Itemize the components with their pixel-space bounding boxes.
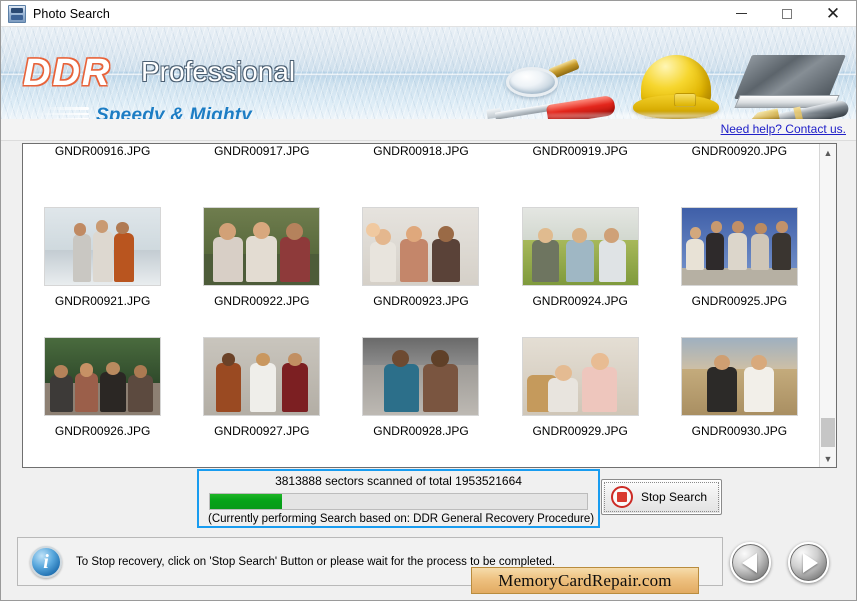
close-button[interactable]: ✕ (810, 1, 856, 27)
list-item[interactable]: GNDR00921.JPG (23, 207, 182, 316)
thumbnail-image[interactable] (362, 207, 480, 286)
file-name-label: GNDR00919.JPG (532, 144, 628, 158)
brand-badge-label: MemoryCardRepair.com (498, 570, 672, 590)
file-name-label: GNDR00925.JPG (691, 294, 788, 308)
scrollbar-thumb[interactable] (821, 418, 835, 447)
maximize-icon (782, 8, 792, 19)
thumbnail-image[interactable] (362, 337, 480, 416)
title-bar: Photo Search ✕ (1, 1, 856, 27)
app-icon (8, 4, 26, 23)
thumbnail-image[interactable] (521, 337, 639, 416)
stop-search-button[interactable]: Stop Search (601, 479, 722, 515)
banner-sheen (1, 73, 856, 76)
list-item[interactable]: GNDR00916.JPG (23, 144, 182, 166)
file-name-label: GNDR00930.JPG (691, 424, 788, 438)
stop-search-label: Stop Search (640, 490, 708, 504)
info-icon: i (30, 545, 62, 578)
sectors-scanned-label: 3813888 sectors scanned of total 1953521… (275, 474, 522, 488)
thumbnail-image[interactable] (44, 207, 162, 286)
window-controls: ✕ (718, 1, 856, 27)
current-procedure-label: (Currently performing Search based on: D… (208, 513, 595, 525)
file-name-label: GNDR00921.JPG (54, 294, 151, 308)
file-name-label: GNDR00923.JPG (373, 294, 469, 308)
list-item[interactable]: GNDR00925.JPG (660, 207, 819, 316)
file-name-label: GNDR00928.JPG (373, 424, 469, 438)
scan-progress-panel: 3813888 sectors scanned of total 1953521… (197, 469, 600, 528)
speed-lines-icon (31, 107, 89, 119)
minimize-button[interactable] (718, 1, 764, 27)
file-name-label: GNDR00927.JPG (214, 424, 310, 438)
list-item[interactable]: GNDR00924.JPG (501, 207, 660, 316)
maximize-button[interactable] (764, 1, 810, 27)
table-row: GNDR00921.JPG GNDR00922.JPG GNDR00923.JP… (23, 166, 819, 316)
thumbnail-image[interactable] (521, 207, 639, 286)
progress-bar-fill (210, 494, 282, 509)
stop-square-icon (611, 486, 633, 508)
thumbnail-image[interactable] (203, 337, 321, 416)
list-item[interactable]: GNDR00922.JPG (182, 207, 341, 316)
magnifier-icon (506, 58, 580, 101)
file-name-label: GNDR00926.JPG (54, 424, 151, 438)
thumbnail-grid: GNDR00916.JPG GNDR00917.JPG GNDR00918.JP… (23, 144, 819, 467)
list-item[interactable]: GNDR00928.JPG (341, 337, 500, 446)
file-name-label: GNDR00918.JPG (373, 144, 469, 158)
file-name-label: GNDR00929.JPG (532, 424, 628, 438)
minimize-icon (735, 13, 747, 14)
file-name-label: GNDR00917.JPG (214, 144, 310, 158)
file-name-label: GNDR00922.JPG (214, 294, 310, 308)
arrow-left-icon (741, 552, 757, 573)
brand-tagline: Speedy & Mighty (96, 105, 253, 119)
table-row: GNDR00916.JPG GNDR00917.JPG GNDR00918.JP… (23, 144, 819, 166)
brand-logo-professional: Professional (141, 56, 296, 87)
hard-hat-icon (633, 55, 719, 119)
file-name-label: GNDR00916.JPG (54, 144, 151, 158)
file-name-label: GNDR00920.JPG (691, 144, 788, 158)
list-item[interactable]: GNDR00920.JPG (660, 144, 819, 166)
scroll-down-button[interactable]: ▼ (820, 450, 836, 467)
back-button[interactable] (730, 542, 771, 583)
scroll-up-button[interactable]: ▲ (820, 144, 836, 161)
list-item[interactable]: GNDR00917.JPG (182, 144, 341, 166)
photo-search-window: Photo Search ✕ DDR Professional Speedy &… (0, 0, 857, 601)
list-item[interactable]: GNDR00919.JPG (501, 144, 660, 166)
window-title: Photo Search (33, 6, 110, 21)
list-item[interactable]: GNDR00929.JPG (501, 337, 660, 446)
thumbnail-image[interactable] (44, 337, 162, 416)
file-name-label: GNDR00924.JPG (532, 294, 628, 308)
list-item[interactable]: GNDR00930.JPG (660, 337, 819, 446)
progress-bar (209, 493, 588, 510)
thumbnail-image[interactable] (203, 207, 321, 286)
brand-badge: MemoryCardRepair.com (471, 567, 699, 594)
vertical-scrollbar[interactable]: ▲ ▼ (819, 144, 836, 467)
brand-logo-ddr: DDR (23, 52, 112, 94)
arrow-right-icon (802, 552, 818, 573)
list-item[interactable]: GNDR00927.JPG (182, 337, 341, 446)
list-item[interactable]: GNDR00926.JPG (23, 337, 182, 446)
help-bar: Need help? Contact us. (1, 119, 856, 141)
thumbnail-image[interactable] (680, 207, 798, 286)
contact-us-link[interactable]: Need help? Contact us. (721, 122, 846, 136)
thumbnail-image[interactable] (680, 337, 798, 416)
list-item[interactable]: GNDR00918.JPG (341, 144, 500, 166)
banner-reflection (471, 111, 851, 119)
next-button[interactable] (788, 542, 829, 583)
recovered-files-list: GNDR00916.JPG GNDR00917.JPG GNDR00918.JP… (22, 143, 837, 468)
status-message: To Stop recovery, click on 'Stop Search'… (76, 555, 556, 568)
list-item[interactable]: GNDR00923.JPG (341, 207, 500, 316)
close-icon: ✕ (825, 4, 841, 23)
app-banner: DDR Professional Speedy & Mighty (1, 27, 856, 119)
table-row: GNDR00926.JPG GNDR00927.JPG GNDR00928.JP… (23, 316, 819, 446)
